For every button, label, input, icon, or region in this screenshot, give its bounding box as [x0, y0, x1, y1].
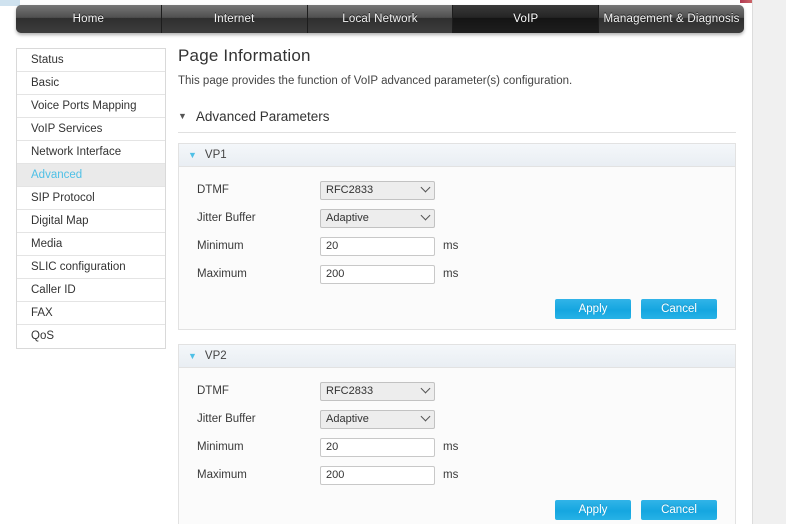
- field-control: RFC2833InBandSIP INFO: [320, 180, 435, 200]
- field-control: [320, 437, 435, 457]
- panel-header-vp1[interactable]: ▼ VP1: [179, 144, 735, 167]
- field-control: [320, 236, 435, 256]
- main-content: Page Information This page provides the …: [178, 46, 736, 524]
- field-unit-label: ms: [443, 268, 459, 280]
- panel-title: VP1: [204, 149, 227, 161]
- field-unit-label: ms: [443, 469, 459, 481]
- minimum-input[interactable]: [320, 236, 435, 256]
- apply-button[interactable]: Apply: [555, 299, 631, 319]
- form-row: DTMF RFC2833InBandSIP INFO: [197, 380, 721, 402]
- form-row: DTMF RFC2833InBandSIP INFO: [197, 179, 721, 201]
- sidebar-menu: Status Basic Voice Ports Mapping VoIP Servi…: [16, 48, 166, 349]
- nav-tab-local-network[interactable]: Local Network: [307, 5, 454, 33]
- sidebar-item-fax[interactable]: FAX: [17, 302, 165, 325]
- section-header-advanced-parameters[interactable]: ▼ Advanced Parameters: [178, 109, 736, 132]
- section-label: Advanced Parameters: [195, 109, 330, 124]
- form-row: Minimum ms: [197, 436, 721, 458]
- apply-button[interactable]: Apply: [555, 500, 631, 520]
- field-unit-label: ms: [443, 240, 459, 252]
- field-control: RFC2833InBandSIP INFO: [320, 381, 435, 401]
- sidebar-item-network-interface[interactable]: Network Interface: [17, 141, 165, 164]
- nav-tab-management-diagnosis[interactable]: Management & Diagnosis: [599, 5, 744, 33]
- minimum-input[interactable]: [320, 437, 435, 457]
- panel-body: DTMF RFC2833InBandSIP INFO Jitter Buffer Ad…: [179, 368, 735, 524]
- app-root: Home Internet Local Network VoIP Management …: [0, 0, 786, 524]
- nav-tab-internet[interactable]: Internet: [161, 5, 308, 33]
- button-row: Apply Cancel: [197, 500, 721, 520]
- field-label: Minimum: [197, 240, 244, 252]
- field-label: Maximum: [197, 469, 247, 481]
- form-row: Minimum ms: [197, 235, 721, 257]
- field-control: AdaptiveFixed: [320, 409, 435, 429]
- form-row: Maximum ms: [197, 464, 721, 486]
- form-row: Maximum ms: [197, 263, 721, 285]
- form-row: Jitter Buffer AdaptiveFixed: [197, 408, 721, 430]
- dtmf-select[interactable]: RFC2833InBandSIP INFO: [320, 381, 435, 401]
- field-control: AdaptiveFixed: [320, 208, 435, 228]
- jitter-buffer-select[interactable]: AdaptiveFixed: [320, 208, 435, 228]
- sidebar-item-caller-id[interactable]: Caller ID: [17, 279, 165, 302]
- maximum-input[interactable]: [320, 264, 435, 284]
- section-divider: [178, 132, 736, 133]
- sidebar-item-basic[interactable]: Basic: [17, 72, 165, 95]
- panel-header-vp2[interactable]: ▼ VP2: [179, 345, 735, 368]
- sidebar-item-voip-services[interactable]: VoIP Services: [17, 118, 165, 141]
- nav-tab-home[interactable]: Home: [16, 5, 162, 33]
- dtmf-select[interactable]: RFC2833InBandSIP INFO: [320, 180, 435, 200]
- field-control: [320, 264, 435, 284]
- cancel-button[interactable]: Cancel: [641, 500, 717, 520]
- sidebar-item-status[interactable]: Status: [17, 49, 165, 72]
- field-label: DTMF: [197, 184, 229, 196]
- panel-vp2: ▼ VP2 DTMF RFC2833InBandSIP INFO Jitter Buff…: [178, 344, 736, 524]
- sidebar-item-advanced[interactable]: Advanced: [17, 164, 165, 187]
- triangle-down-icon: ▼: [188, 149, 197, 160]
- sidebar-item-media[interactable]: Media: [17, 233, 165, 256]
- form-row: Jitter Buffer AdaptiveFixed: [197, 207, 721, 229]
- field-label: DTMF: [197, 385, 229, 397]
- cancel-button[interactable]: Cancel: [641, 299, 717, 319]
- field-label: Jitter Buffer: [197, 212, 256, 224]
- sidebar-item-voice-ports-mapping[interactable]: Voice Ports Mapping: [17, 95, 165, 118]
- triangle-down-icon: ▼: [188, 350, 197, 361]
- right-gutter-panel: [752, 0, 786, 524]
- maximum-input[interactable]: [320, 465, 435, 485]
- sidebar-item-sip-protocol[interactable]: SIP Protocol: [17, 187, 165, 210]
- sidebar-item-digital-map[interactable]: Digital Map: [17, 210, 165, 233]
- field-label: Minimum: [197, 441, 244, 453]
- top-navigation-bar: Home Internet Local Network VoIP Management …: [16, 5, 744, 33]
- panel-title: VP2: [204, 350, 227, 362]
- field-label: Jitter Buffer: [197, 413, 256, 425]
- page-description: This page provides the function of VoIP …: [178, 75, 573, 87]
- button-row: Apply Cancel: [197, 299, 721, 319]
- nav-tab-voip[interactable]: VoIP: [453, 5, 600, 33]
- field-unit-label: ms: [443, 441, 459, 453]
- page-title: Page Information: [178, 46, 311, 65]
- jitter-buffer-select[interactable]: AdaptiveFixed: [320, 409, 435, 429]
- sidebar-item-slic-configuration[interactable]: SLIC configuration: [17, 256, 165, 279]
- sidebar-item-qos[interactable]: QoS: [17, 325, 165, 348]
- panel-vp1: ▼ VP1 DTMF RFC2833InBandSIP INFO Jitter Buff…: [178, 143, 736, 330]
- triangle-down-icon: ▼: [178, 111, 187, 121]
- vp-panel-list: ▼ VP1 DTMF RFC2833InBandSIP INFO Jitter Buff…: [178, 143, 736, 524]
- field-label: Maximum: [197, 268, 247, 280]
- field-control: [320, 465, 435, 485]
- panel-body: DTMF RFC2833InBandSIP INFO Jitter Buffer Ad…: [179, 167, 735, 329]
